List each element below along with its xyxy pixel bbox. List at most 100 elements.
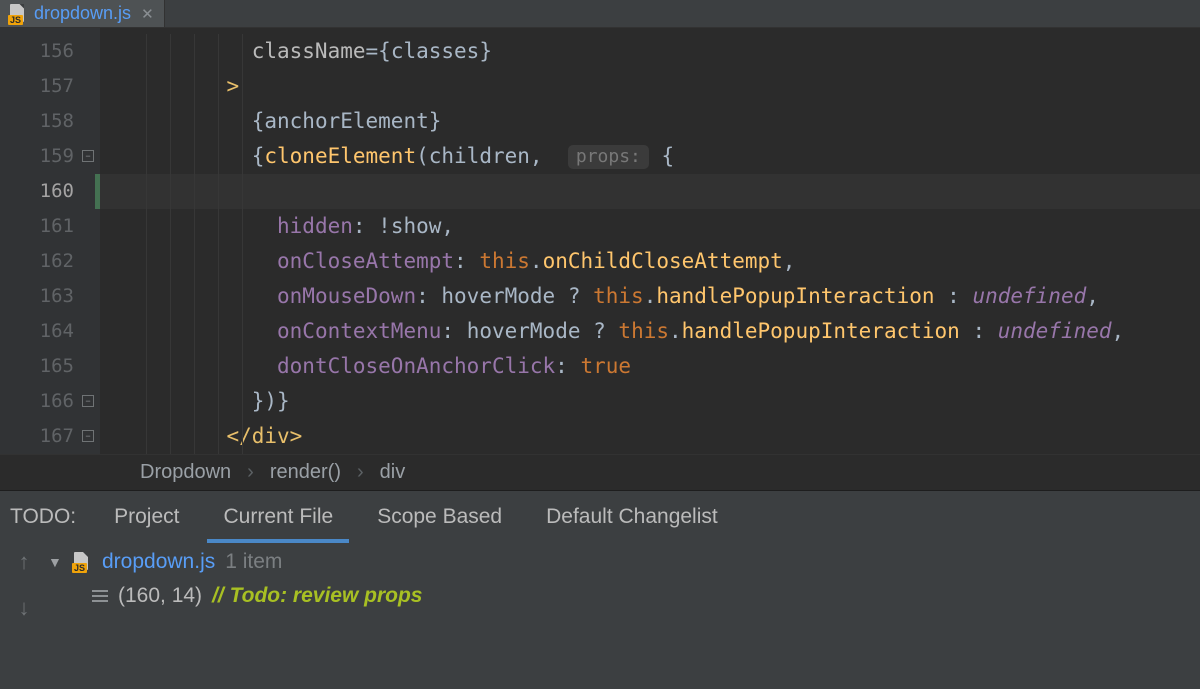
code-token [100,354,277,378]
code-token: = [366,39,379,63]
code-token: { [252,109,265,133]
code-line[interactable]: onMouseDown: hoverMode ? this.handlePopu… [100,279,1200,314]
code-line[interactable]: > [100,69,1200,104]
todo-item-row[interactable]: (160, 14) // Todo: review props [48,579,1200,613]
code-token: anchorElement [264,109,428,133]
js-file-icon: JS [8,7,28,21]
file-tab[interactable]: JS dropdown.js ✕ [0,0,165,27]
code-token: })} [252,389,290,413]
code-token: handlePopupInteraction [656,284,934,308]
todo-panel-title: TODO: [6,505,92,529]
todo-file-name: dropdown.js [102,550,215,574]
code-token: handlePopupInteraction [682,319,960,343]
breadcrumb-item[interactable]: Dropdown [140,461,231,484]
code-token [100,144,252,168]
code-token: { [649,144,674,168]
code-token: onContextMenu [277,319,441,343]
code-token [100,389,252,413]
todo-tree[interactable]: ▼ JS dropdown.js 1 item (160, 14) // Tod… [48,543,1200,689]
code-token: { [378,39,391,63]
code-token: , [783,249,796,273]
code-token [100,214,277,238]
code-token: } [479,39,492,63]
code-token [100,249,277,273]
breadcrumb-item[interactable]: render() [270,461,341,484]
code-token: onCloseAttempt [277,249,454,273]
arrow-down-icon[interactable]: ↓ [19,595,30,621]
code-token: : [454,249,479,273]
code-token: > [226,74,239,98]
code-token: this [593,284,644,308]
fold-toggle-icon[interactable]: − [82,150,94,162]
breadcrumb[interactable]: Dropdown › render() › div [0,454,1200,490]
file-tab-label: dropdown.js [34,3,131,24]
line-number[interactable]: 164 [0,314,100,349]
code-line[interactable]: dontCloseOnAnchorClick: true [100,349,1200,384]
arrow-up-icon[interactable]: ↑ [19,549,30,575]
code-token: ( [416,144,429,168]
todo-tab[interactable]: Default Changelist [524,491,740,543]
js-file-icon: JS [72,555,92,569]
close-tab-icon[interactable]: ✕ [137,5,154,23]
code-token: show [391,214,442,238]
code-line[interactable]: {cloneElement(children, props: { [100,139,1200,174]
todo-tool-window: TODO: ProjectCurrent FileScope BasedDefa… [0,490,1200,689]
editor-gutter[interactable]: 156157158159160161162163164165166167 −−− [0,28,100,454]
code-token: dontCloseOnAnchorClick [277,354,555,378]
code-token [100,319,277,343]
code-token: } [429,109,442,133]
code-token [100,39,252,63]
line-number[interactable]: 163 [0,279,100,314]
line-number[interactable]: 158 [0,104,100,139]
code-token: , [1112,319,1125,343]
todo-tab[interactable]: Current File [201,491,355,543]
code-line[interactable]: onCloseAttempt: this.onChildCloseAttempt… [100,244,1200,279]
code-line[interactable]: })} [100,384,1200,419]
code-line[interactable]: {anchorElement} [100,104,1200,139]
fold-toggle-icon[interactable]: − [82,395,94,407]
code-token: onChildCloseAttempt [543,249,783,273]
chevron-right-icon: › [357,461,364,484]
code-line[interactable]: </div> [100,419,1200,454]
line-number[interactable]: 165 [0,349,100,384]
code-editor[interactable]: 156157158159160161162163164165166167 −−−… [0,28,1200,454]
todo-file-row[interactable]: ▼ JS dropdown.js 1 item [48,545,1200,579]
code-token [100,284,277,308]
code-token: classes [391,39,480,63]
breadcrumb-item[interactable]: div [380,461,406,484]
line-number[interactable]: 157 [0,69,100,104]
code-token: this [618,319,669,343]
code-token: children [429,144,530,168]
code-token: : [960,319,998,343]
todo-location: (160, 14) [118,584,202,608]
line-number[interactable]: 161 [0,209,100,244]
code-line[interactable]: className={classes} [100,34,1200,69]
collapse-icon[interactable]: ▼ [48,554,62,570]
code-token: . [530,249,543,273]
code-token: , [530,144,555,168]
code-line[interactable]: hidden: !show, [100,209,1200,244]
todo-tab[interactable]: Scope Based [355,491,524,543]
code-area[interactable]: className={classes} > {anchorElement} {c… [100,28,1200,454]
todo-tab[interactable]: Project [92,491,201,543]
code-token [100,109,252,133]
line-number[interactable]: 160 [0,174,100,209]
parameter-hint: props: [568,145,649,169]
code-token: hoverMode [467,319,581,343]
code-token: this [479,249,530,273]
code-token: : [441,319,466,343]
todo-tabs: TODO: ProjectCurrent FileScope BasedDefa… [0,491,1200,543]
todo-file-count: 1 item [225,550,282,574]
line-number[interactable]: 156 [0,34,100,69]
code-token: . [644,284,657,308]
code-token: , [1086,284,1099,308]
code-token: onMouseDown [277,284,416,308]
code-token: cloneElement [264,144,416,168]
line-number[interactable]: 162 [0,244,100,279]
code-line[interactable]: onContextMenu: hoverMode ? this.handlePo… [100,314,1200,349]
list-icon [92,590,108,602]
code-token: undefined [998,319,1112,343]
fold-toggle-icon[interactable]: − [82,430,94,442]
code-token: ? [580,319,618,343]
current-line-highlight [100,174,1200,209]
